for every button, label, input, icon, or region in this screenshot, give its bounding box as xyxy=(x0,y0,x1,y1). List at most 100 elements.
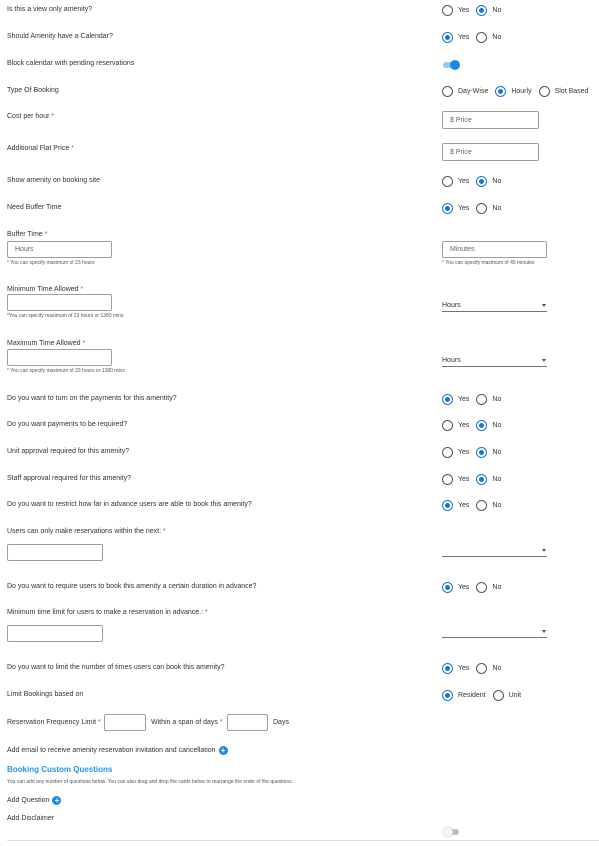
restrict-advance-label: Do you want to restrict how far in advan… xyxy=(7,501,252,508)
within-next-label: Users can only make reservations within … xyxy=(7,528,166,535)
block-calendar-toggle[interactable] xyxy=(443,59,460,71)
buffer-minutes-input[interactable]: Minutes xyxy=(442,241,547,258)
restrict-advance-no-option[interactable]: No xyxy=(476,500,501,511)
radio-button[interactable] xyxy=(476,394,488,405)
dropdown-arrow-icon xyxy=(542,629,546,633)
within-next-unit-select[interactable] xyxy=(442,546,547,557)
limit-times-yes-option[interactable]: Yes xyxy=(442,663,469,674)
radio-button[interactable] xyxy=(476,32,488,43)
radio-button[interactable] xyxy=(476,500,488,511)
limit-times-radio-group: Yes No xyxy=(442,663,501,674)
dropdown-arrow-icon xyxy=(542,304,546,307)
add-question-label: Add Question xyxy=(7,797,50,804)
radio-button-selected[interactable] xyxy=(476,420,488,431)
dropdown-arrow-icon xyxy=(542,359,546,362)
unit-approval-no-option[interactable]: No xyxy=(476,447,501,458)
radio-button[interactable] xyxy=(442,86,453,97)
add-disclaimer-toggle[interactable] xyxy=(443,826,460,838)
radio-button[interactable] xyxy=(492,690,504,701)
restrict-advance-yes-option[interactable]: Yes xyxy=(442,500,469,511)
radio-button-selected[interactable] xyxy=(442,663,453,674)
calendar-yes-option[interactable]: Yes xyxy=(442,32,469,43)
payments-on-no-option[interactable]: No xyxy=(476,394,501,405)
radio-button[interactable] xyxy=(476,203,488,214)
buffer-needed-no-option[interactable]: No xyxy=(476,203,501,214)
span-days-label: Within a span of days * xyxy=(151,719,223,726)
radio-button-selected[interactable] xyxy=(442,32,453,43)
radio-button[interactable] xyxy=(442,5,453,16)
span-days-input[interactable] xyxy=(227,714,268,731)
max-time-hint: * You can specify maximum of 23 hours or… xyxy=(7,368,125,374)
min-time-hint: *You can specify maximum of 23 hours or … xyxy=(7,313,124,319)
unit-approval-label: Unit approval required for this amenity? xyxy=(7,448,130,455)
max-time-input[interactable] xyxy=(7,349,112,366)
buffer-hours-input[interactable]: Hours xyxy=(7,241,112,258)
radio-button[interactable] xyxy=(476,663,488,674)
limit-times-no-option[interactable]: No xyxy=(476,663,501,674)
duration-advance-yes-option[interactable]: Yes xyxy=(442,582,469,593)
radio-button[interactable] xyxy=(538,86,550,97)
min-limit-input[interactable] xyxy=(7,625,103,642)
min-limit-unit-select[interactable] xyxy=(442,627,547,638)
radio-button[interactable] xyxy=(476,582,488,593)
radio-button[interactable] xyxy=(442,176,453,187)
min-time-input[interactable] xyxy=(7,294,112,311)
radio-button-selected[interactable] xyxy=(476,474,488,485)
show-amenity-radio-group: Yes No xyxy=(442,176,501,187)
radio-button[interactable] xyxy=(442,447,453,458)
view-only-radio-group: Yes No xyxy=(442,5,501,16)
flat-price-input[interactable]: $ Price xyxy=(442,143,539,161)
radio-button-selected[interactable] xyxy=(476,447,488,458)
radio-button-selected[interactable] xyxy=(442,582,453,593)
booking-type-daywise-option[interactable]: Day-Wise xyxy=(442,86,488,97)
duration-advance-no-option[interactable]: No xyxy=(476,582,501,593)
limit-based-radio-group: Resident Unit xyxy=(442,690,521,701)
show-amenity-yes-option[interactable]: Yes xyxy=(442,176,469,187)
show-amenity-no-option[interactable]: No xyxy=(476,176,501,187)
unit-approval-radio-group: Yes No xyxy=(442,447,501,458)
radio-button-selected[interactable] xyxy=(495,86,507,97)
restrict-advance-radio-group: Yes No xyxy=(442,500,501,511)
days-label: Days xyxy=(273,719,289,726)
booking-type-hourly-option[interactable]: Hourly xyxy=(495,86,532,97)
booking-type-radio-group: Day-Wise Hourly Slot Based xyxy=(442,86,588,97)
payments-required-yes-option[interactable]: Yes xyxy=(442,420,469,431)
max-time-unit-select[interactable]: Hours xyxy=(442,357,547,367)
limit-based-resident-option[interactable]: Resident xyxy=(442,690,486,701)
payments-on-label: Do you want to turn on the payments for … xyxy=(7,395,177,402)
staff-approval-yes-option[interactable]: Yes xyxy=(442,474,469,485)
plus-circle-icon[interactable]: + xyxy=(218,746,228,755)
add-disclaimer-label: Add Disclaimer xyxy=(7,815,55,822)
radio-button-selected[interactable] xyxy=(476,176,488,187)
within-next-input[interactable] xyxy=(7,544,103,561)
view-only-yes-option[interactable]: Yes xyxy=(442,5,469,16)
frequency-limit-input[interactable] xyxy=(104,714,146,731)
radio-button-selected[interactable] xyxy=(442,500,453,511)
payments-on-yes-option[interactable]: Yes xyxy=(442,394,469,405)
custom-questions-description: You can add any number of questions belo… xyxy=(7,779,294,785)
radio-button-selected[interactable] xyxy=(442,394,453,405)
buffer-time-label: Buffer Time * xyxy=(7,231,48,238)
radio-button-selected[interactable] xyxy=(442,203,453,214)
unit-approval-yes-option[interactable]: Yes xyxy=(442,447,469,458)
radio-button-selected[interactable] xyxy=(476,5,488,16)
flat-price-label: Additional Flat Price * xyxy=(7,145,74,152)
min-time-unit-select[interactable]: Hours xyxy=(442,302,547,312)
buffer-needed-yes-option[interactable]: Yes xyxy=(442,203,469,214)
booking-type-slot-option[interactable]: Slot Based xyxy=(538,86,588,97)
plus-circle-icon[interactable]: + xyxy=(52,796,62,805)
radio-button[interactable] xyxy=(442,420,453,431)
add-question-row: Add Question + xyxy=(7,796,62,805)
calendar-no-option[interactable]: No xyxy=(476,32,501,43)
view-only-no-option[interactable]: No xyxy=(476,5,501,16)
buffer-minutes-hint: * You can specify maximum of 45 minutes xyxy=(442,260,535,266)
payments-required-no-option[interactable]: No xyxy=(476,420,501,431)
limit-based-unit-option[interactable]: Unit xyxy=(492,690,521,701)
radio-button-selected[interactable] xyxy=(442,690,453,701)
cost-per-hour-label: Cost per hour * xyxy=(7,113,55,120)
radio-button[interactable] xyxy=(442,474,453,485)
cost-per-hour-input[interactable]: $ Price xyxy=(442,111,539,129)
block-calendar-label: Block calendar with pending reservations xyxy=(7,60,135,67)
staff-approval-no-option[interactable]: No xyxy=(476,474,501,485)
add-email-label: Add email to receive amenity reservation… xyxy=(7,747,216,754)
